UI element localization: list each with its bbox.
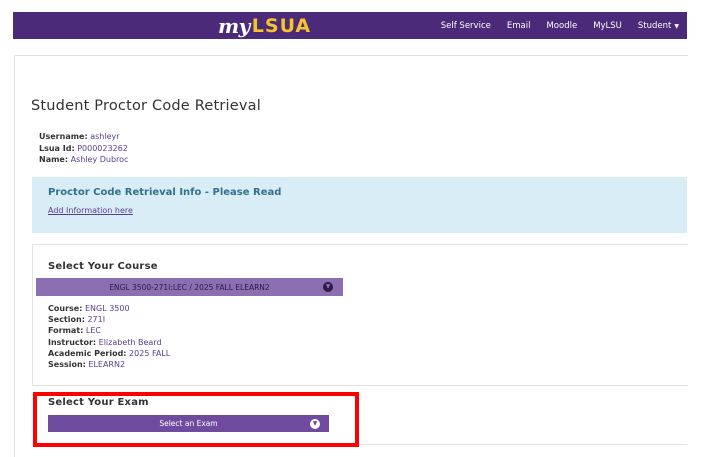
course-details: Course: ENGL 3500 Section: 271I Format: … xyxy=(48,303,170,370)
course-detail-course: Course: ENGL 3500 xyxy=(48,303,170,314)
detail-label: Session: xyxy=(48,360,86,370)
detail-label: Course: xyxy=(48,304,83,313)
lsua-id-value: P000023262 xyxy=(77,143,128,153)
username-row: Username: ashleyr xyxy=(39,131,128,143)
lsua-id-row: Lsua Id: P000023262 xyxy=(39,143,128,155)
nav-student-label: Student xyxy=(637,20,672,31)
nav-dropdown-student[interactable]: Student ▼ xyxy=(638,21,679,31)
name-value: Ashley Dubroc xyxy=(70,155,129,164)
detail-label: Academic Period: xyxy=(48,348,127,358)
detail-value: 2025 FALL xyxy=(129,348,171,358)
course-dropdown-value: ENGL 3500-271I:LEC / 2025 FALL ELEARN2 xyxy=(109,282,270,292)
logo-my-text: my xyxy=(218,13,250,38)
nav-links: Self Service Email Moodle MyLSU Student ▼ xyxy=(425,12,679,39)
course-dropdown[interactable]: ENGL 3500-271I:LEC / 2025 FALL ELEARN2 ▼ xyxy=(36,278,343,296)
chevron-down-icon: ▼ xyxy=(323,282,333,292)
nav-link-self-service[interactable]: Self Service xyxy=(441,21,491,31)
user-info: Username: ashleyr Lsua Id: P000023262 Na… xyxy=(39,131,128,166)
detail-value: ELEARN2 xyxy=(88,360,126,370)
username-label: Username: xyxy=(39,132,88,141)
detail-value: LEC xyxy=(85,326,101,336)
course-detail-instructor: Instructor: Elizabeth Beard xyxy=(48,337,170,348)
lsua-id-label: Lsua Id: xyxy=(39,143,75,153)
info-title: Proctor Code Retrieval Info - Please Rea… xyxy=(48,187,282,198)
exam-heading: Select Your Exam xyxy=(48,397,149,408)
username-value: ashleyr xyxy=(90,132,120,141)
course-heading: Select Your Course xyxy=(48,261,158,272)
caret-down-icon: ▼ xyxy=(674,22,679,30)
course-detail-academic-period: Academic Period: 2025 FALL xyxy=(48,348,170,359)
chevron-down-icon: ▼ xyxy=(310,418,320,429)
course-detail-session: Session: ELEARN2 xyxy=(48,359,170,370)
detail-value: ENGL 3500 xyxy=(84,304,130,313)
nav-link-email[interactable]: Email xyxy=(507,21,531,31)
course-detail-format: Format: LEC xyxy=(48,325,170,336)
course-detail-section: Section: 271I xyxy=(48,314,170,325)
detail-label: Instructor: xyxy=(48,337,97,347)
logo-lsua-text: LSUA xyxy=(251,14,312,37)
detail-label: Section: xyxy=(48,315,85,325)
exam-dropdown-value: Select an Exam xyxy=(159,419,218,428)
page-title: Student Proctor Code Retrieval xyxy=(31,98,261,114)
detail-value: 271I xyxy=(87,315,106,325)
detail-label: Format: xyxy=(48,326,84,336)
nav-link-moodle[interactable]: Moodle xyxy=(546,21,577,31)
name-label: Name: xyxy=(39,155,69,164)
detail-value: Elizabeth Beard xyxy=(98,337,162,347)
add-information-link[interactable]: Add Information here xyxy=(48,206,133,215)
name-row: Name: Ashley Dubroc xyxy=(39,154,128,166)
nav-link-mylsu[interactable]: MyLSU xyxy=(593,21,622,31)
mylsua-logo[interactable]: my LSUA xyxy=(218,12,311,39)
top-navbar: my LSUA Self Service Email Moodle MyLSU … xyxy=(13,12,687,39)
exam-dropdown[interactable]: Select an Exam ▼ xyxy=(48,415,329,432)
info-alert: Proctor Code Retrieval Info - Please Rea… xyxy=(32,177,687,233)
